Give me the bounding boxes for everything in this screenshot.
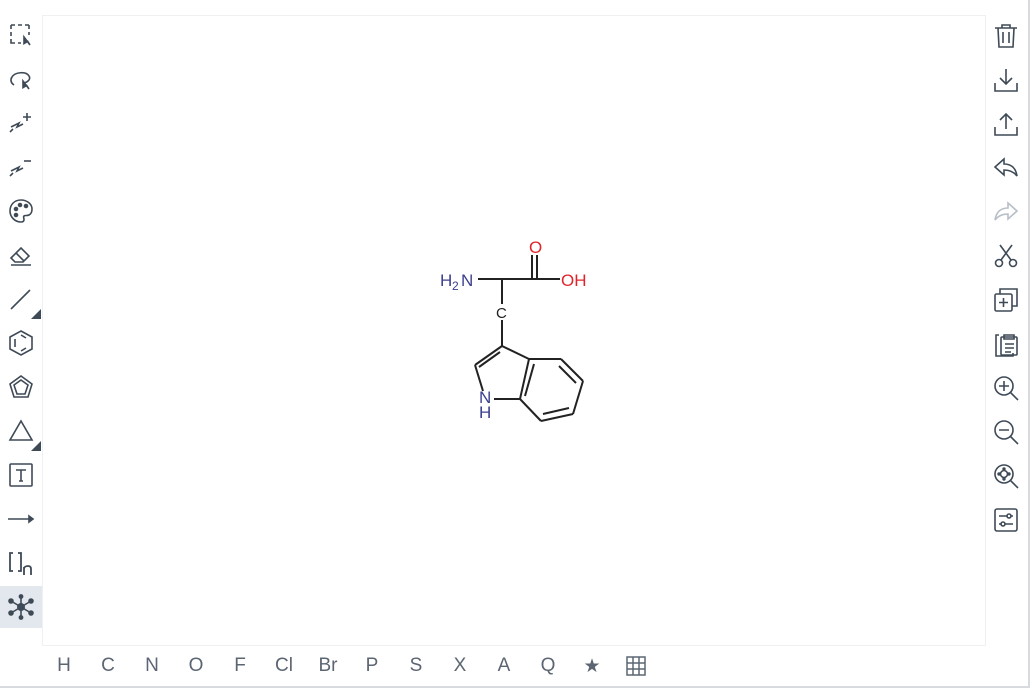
reaction-arrow-tool[interactable] <box>0 498 42 540</box>
rectangle-selection-tool[interactable] <box>0 14 42 56</box>
settings-sliders-icon <box>994 508 1018 532</box>
left-toolbar <box>0 14 42 634</box>
lasso-selection-tool[interactable] <box>0 58 42 100</box>
ketcher-editor: H 2 N O OH C N H H C N O F Cl Br P S X A… <box>0 0 1031 689</box>
paste-icon <box>995 334 1018 357</box>
template-tool[interactable] <box>0 586 42 628</box>
settings-button[interactable] <box>984 498 1028 542</box>
atom-s-button[interactable]: S <box>396 644 436 688</box>
benzene-tool[interactable] <box>0 322 42 364</box>
indole-h-label: H <box>479 403 491 422</box>
methylene-carbon-label: C <box>496 305 507 322</box>
lasso-selection-icon <box>10 71 31 90</box>
sgroup-bracket-icon <box>9 552 32 575</box>
undo-button[interactable] <box>984 146 1028 190</box>
atom-a-button[interactable]: A <box>484 644 524 688</box>
atom-n-button[interactable]: N <box>132 644 172 688</box>
arrow-icon <box>8 514 35 524</box>
zoom-in-icon <box>994 376 1019 401</box>
palette-icon <box>9 199 33 223</box>
atom-q-button[interactable]: Q <box>528 644 568 688</box>
copy-icon <box>994 288 1018 312</box>
amino-subscript-label: 2 <box>452 279 459 293</box>
sgroup-tool[interactable] <box>0 542 42 584</box>
submenu-indicator <box>31 309 41 319</box>
cyclopentane-icon <box>9 375 33 398</box>
zoom-in-button[interactable] <box>984 366 1028 410</box>
atom-o-button[interactable]: O <box>176 644 216 688</box>
atom-h-button[interactable]: H <box>44 644 84 688</box>
clear-canvas-button[interactable] <box>984 14 1028 58</box>
atom-br-button[interactable]: Br <box>308 644 348 688</box>
undo-icon <box>993 157 1018 177</box>
cut-button[interactable] <box>984 234 1028 278</box>
eraser-icon <box>9 246 31 266</box>
molecule-structure: H 2 N O OH C N H <box>440 238 587 422</box>
hydroxyl-label: OH <box>561 271 587 290</box>
carbonyl-oxygen-label: O <box>529 238 542 257</box>
text-tool[interactable] <box>0 454 42 496</box>
right-toolbar <box>984 14 1028 544</box>
paste-button[interactable] <box>984 322 1028 366</box>
atom-p-button[interactable]: P <box>352 644 392 688</box>
zoom-out-icon <box>994 420 1019 445</box>
zoom-fit-button[interactable] <box>984 454 1028 498</box>
cyclopentane-tool[interactable] <box>0 366 42 408</box>
atom-f-button[interactable]: F <box>220 644 260 688</box>
zoom-out-button[interactable] <box>984 410 1028 454</box>
atom-star-button[interactable]: ★ <box>572 644 612 688</box>
atom-c-button[interactable]: C <box>88 644 128 688</box>
network-icon <box>8 594 34 620</box>
atom-x-button[interactable]: X <box>440 644 480 688</box>
copy-button[interactable] <box>984 278 1028 322</box>
trash-icon <box>995 24 1017 48</box>
open-button[interactable] <box>984 102 1028 146</box>
benzene-icon <box>9 330 33 356</box>
shape-tool[interactable] <box>0 410 42 452</box>
redo-icon <box>994 201 1019 221</box>
color-tool[interactable] <box>0 190 42 232</box>
save-button[interactable] <box>984 58 1028 102</box>
amino-n-label: N <box>461 271 473 290</box>
upload-icon <box>994 112 1018 136</box>
amino-h-label: H <box>440 271 452 290</box>
submenu-indicator <box>31 441 41 451</box>
download-icon <box>994 69 1018 92</box>
text-icon <box>9 463 33 487</box>
charge-minus-tool[interactable] <box>0 146 42 188</box>
rectangle-selection-icon <box>10 24 31 46</box>
atom-cl-button[interactable]: Cl <box>264 644 304 688</box>
atom-bar: H C N O F Cl Br P S X A Q ★ <box>42 644 984 688</box>
erase-tool[interactable] <box>0 234 42 276</box>
zoom-fit-icon <box>994 464 1019 489</box>
redo-button[interactable] <box>984 190 1028 234</box>
single-bond-tool[interactable] <box>0 278 42 320</box>
charge-minus-icon <box>9 160 31 177</box>
drawing-canvas[interactable]: H 2 N O OH C N H <box>42 15 986 646</box>
periodic-table-button[interactable] <box>616 644 656 688</box>
charge-plus-tool[interactable] <box>0 102 42 144</box>
scissors-icon <box>994 244 1018 268</box>
charge-plus-icon <box>9 113 31 133</box>
grid-icon <box>626 656 646 676</box>
